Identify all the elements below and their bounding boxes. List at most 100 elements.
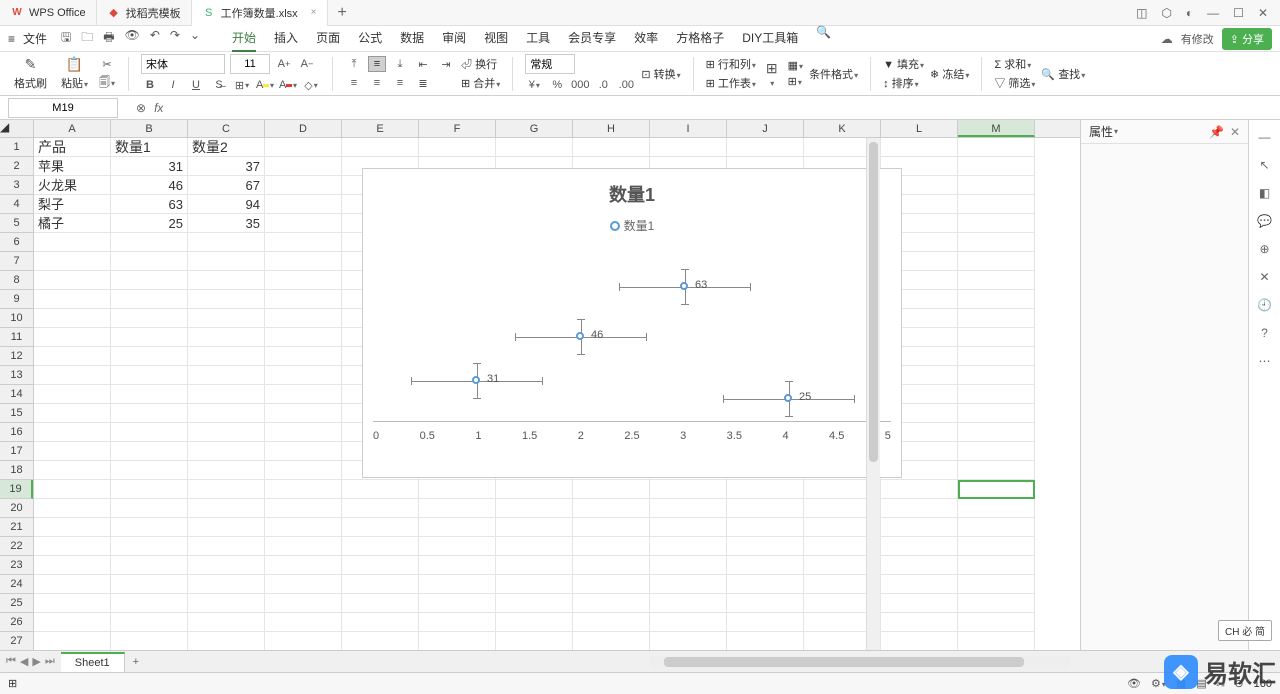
more-qat-icon[interactable]: ⌄ <box>190 28 200 49</box>
filter-button[interactable]: ▽ 筛选▾ <box>994 75 1035 91</box>
row-header[interactable]: 11 <box>0 328 33 347</box>
cell[interactable] <box>188 632 265 650</box>
cell[interactable] <box>265 594 342 613</box>
cell[interactable] <box>34 499 111 518</box>
cell[interactable] <box>111 233 188 252</box>
cell[interactable] <box>34 347 111 366</box>
col-header-j[interactable]: J <box>727 120 804 137</box>
cell[interactable] <box>265 176 342 195</box>
find-button[interactable]: 🔍 查找▾ <box>1041 66 1085 82</box>
border-icon[interactable]: ⊞▾ <box>233 77 251 93</box>
cell[interactable] <box>419 632 496 650</box>
cell[interactable] <box>34 233 111 252</box>
cell[interactable] <box>111 404 188 423</box>
cell[interactable] <box>419 499 496 518</box>
first-sheet-icon[interactable]: ⏮ <box>6 655 16 668</box>
cell[interactable] <box>496 499 573 518</box>
cell[interactable] <box>958 233 1035 252</box>
tab-wps-office[interactable]: W WPS Office <box>0 0 97 26</box>
cell-style-button[interactable]: ▦▾ <box>788 59 803 72</box>
cell[interactable] <box>650 480 727 499</box>
cell[interactable] <box>188 442 265 461</box>
cell[interactable] <box>265 537 342 556</box>
cell[interactable] <box>188 499 265 518</box>
cell[interactable] <box>727 575 804 594</box>
col-header-f[interactable]: F <box>419 120 496 137</box>
row-header[interactable]: 8 <box>0 271 33 290</box>
cell[interactable] <box>650 556 727 575</box>
cell[interactable] <box>342 138 419 157</box>
cell[interactable] <box>958 518 1035 537</box>
cell[interactable] <box>34 575 111 594</box>
cell[interactable] <box>958 252 1035 271</box>
cell[interactable] <box>265 556 342 575</box>
cell[interactable] <box>188 480 265 499</box>
fx-icon[interactable]: fx <box>154 101 163 115</box>
distribute-icon[interactable]: ≣ <box>414 75 432 91</box>
tab-view[interactable]: 视图 <box>484 25 508 52</box>
cell[interactable] <box>958 480 1035 499</box>
row-header[interactable]: 20 <box>0 499 33 518</box>
cell[interactable] <box>881 518 958 537</box>
cell[interactable] <box>111 347 188 366</box>
cell[interactable] <box>958 461 1035 480</box>
cell[interactable] <box>958 195 1035 214</box>
cell[interactable] <box>34 385 111 404</box>
cell[interactable] <box>111 480 188 499</box>
close-button[interactable]: ✕ <box>1258 6 1268 20</box>
cell[interactable] <box>188 271 265 290</box>
cell[interactable]: 37 <box>188 157 265 176</box>
cell[interactable] <box>111 442 188 461</box>
cell[interactable] <box>650 138 727 157</box>
cell[interactable] <box>188 290 265 309</box>
cell[interactable] <box>188 556 265 575</box>
cell[interactable]: 苹果 <box>34 157 111 176</box>
cell[interactable] <box>496 537 573 556</box>
window-layout-icon[interactable]: ◫ <box>1136 6 1147 20</box>
cell[interactable] <box>419 537 496 556</box>
row-header[interactable]: 13 <box>0 366 33 385</box>
cell[interactable] <box>111 385 188 404</box>
cell[interactable] <box>188 404 265 423</box>
cell[interactable] <box>958 613 1035 632</box>
cell[interactable] <box>265 423 342 442</box>
cell[interactable] <box>34 309 111 328</box>
row-header[interactable]: 2 <box>0 157 33 176</box>
highlight-color-button[interactable]: A▾ <box>256 77 274 93</box>
underline-icon[interactable]: U <box>187 77 205 93</box>
tab-square-grid[interactable]: 方格格子 <box>676 25 724 52</box>
cell[interactable] <box>188 252 265 271</box>
row-header[interactable]: 14 <box>0 385 33 404</box>
row-header[interactable]: 17 <box>0 442 33 461</box>
cell[interactable]: 67 <box>188 176 265 195</box>
cell[interactable] <box>881 575 958 594</box>
vertical-scrollbar[interactable] <box>866 138 880 650</box>
cell[interactable] <box>881 594 958 613</box>
cell[interactable] <box>958 556 1035 575</box>
cell[interactable] <box>265 309 342 328</box>
row-header[interactable]: 27 <box>0 632 33 650</box>
cell[interactable]: 橘子 <box>34 214 111 233</box>
strikethrough-icon[interactable]: S̶ <box>210 77 228 93</box>
cell[interactable] <box>650 594 727 613</box>
history-tool-icon[interactable]: 🕘 <box>1257 298 1272 312</box>
cell[interactable] <box>573 518 650 537</box>
row-header[interactable]: 23 <box>0 556 33 575</box>
cell[interactable] <box>727 480 804 499</box>
col-header-g[interactable]: G <box>496 120 573 137</box>
cell[interactable] <box>265 157 342 176</box>
style-tool-icon[interactable]: ◧ <box>1259 186 1270 200</box>
cell[interactable] <box>111 518 188 537</box>
cell[interactable] <box>265 632 342 650</box>
cell[interactable] <box>34 480 111 499</box>
preview-icon[interactable]: 👁 <box>125 28 140 49</box>
cell[interactable] <box>727 632 804 650</box>
cell[interactable] <box>650 537 727 556</box>
cell[interactable] <box>188 309 265 328</box>
cell[interactable] <box>34 442 111 461</box>
cell[interactable] <box>188 518 265 537</box>
cell[interactable] <box>419 594 496 613</box>
cell[interactable] <box>496 138 573 157</box>
cell[interactable] <box>650 632 727 650</box>
cell[interactable] <box>496 575 573 594</box>
